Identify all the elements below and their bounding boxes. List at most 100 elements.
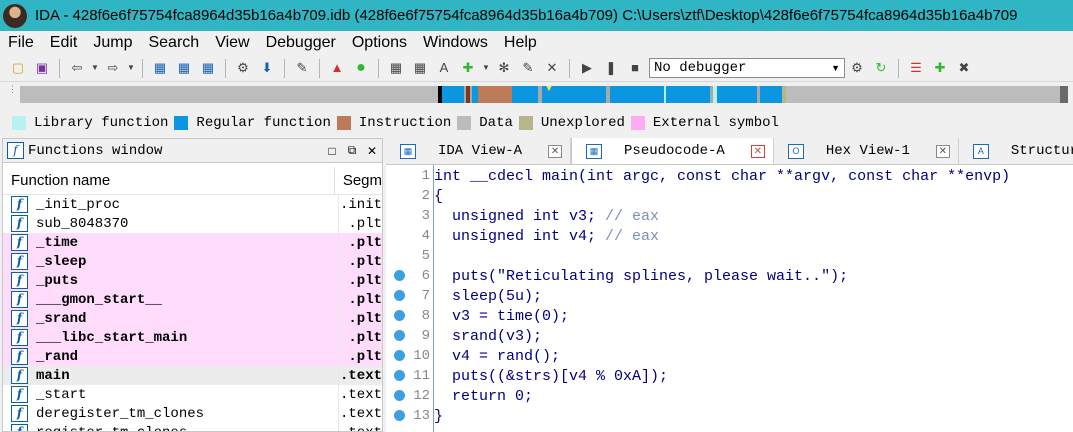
menu-view[interactable]: View [207,31,257,55]
code-line[interactable]: 10 v4 = rand(); [386,346,1073,366]
add-breakpoint-icon[interactable]: ✚ [931,59,949,77]
function-row[interactable]: f deregister_tm_clones .text [3,404,382,423]
start-debug-icon[interactable]: ▶ [578,59,596,77]
breakpoint-dot-icon[interactable] [394,390,405,401]
forward-dropdown-icon[interactable]: ▼ [126,59,136,77]
navigation-bar[interactable]: ▼ [20,86,1068,103]
function-segment: .plt [348,291,382,308]
breakpoint-dot-icon[interactable] [394,310,405,321]
plugin-icon[interactable]: ✻ [495,59,513,77]
save-icon[interactable]: ▣ [33,59,51,77]
pause-debug-icon[interactable]: ❚ [602,59,620,77]
search-immediate-icon[interactable]: ▦ [199,59,217,77]
function-name: ___libc_start_main [36,329,188,346]
function-row[interactable]: f _puts .plt [3,271,382,290]
column-segment[interactable]: Segm [335,167,382,195]
refresh-memory-icon[interactable]: ↻ [872,59,890,77]
add-struct-icon[interactable]: ✚ [459,59,477,77]
close-icon[interactable]: ✕ [750,144,765,158]
patch-icon[interactable]: ✎ [519,59,537,77]
function-row[interactable]: f _time .plt [3,233,382,252]
code-line[interactable]: 2{ [386,186,1073,206]
tab-hex-view-1[interactable]: O Hex View-1 ✕ [773,138,959,164]
function-row[interactable]: f main .text [3,366,382,385]
function-row[interactable]: f _srand .plt [3,309,382,328]
jump-icon[interactable]: ⚙ [234,59,252,77]
function-row[interactable]: f _init_proc .init [3,195,382,214]
analyze-icon[interactable]: ✎ [293,59,311,77]
close-window-icon[interactable]: ✕ [362,144,382,158]
breakpoint-dot-icon[interactable] [394,270,405,281]
function-row[interactable]: f ___libc_start_main .plt [3,328,382,347]
breakpoint-dot-icon[interactable] [394,290,405,301]
remove-breakpoint-icon[interactable]: ✖ [955,59,973,77]
breakpoint-dot-icon[interactable] [394,370,405,381]
back-dropdown-icon[interactable]: ▼ [90,59,100,77]
menu-windows[interactable]: Windows [415,31,496,55]
code-line[interactable]: 4 unsigned int v4; // eax [386,226,1073,246]
breakpoint-dot-icon[interactable] [394,330,405,341]
function-icon: f [11,386,28,403]
nav-seg-regular [512,86,538,103]
pseudocode-view[interactable]: 1 int __cdecl main(int argc, const char *… [386,165,1073,432]
function-icon: f [11,424,28,431]
toolbar: ▢ ▣ ⇦ ▼ ⇨ ▼ ▦ ▦ ▦ ⚙ ⬇ ✎ ▲ ● ▦ ▦ A ✚ ▼ ✻ … [0,55,1073,82]
make-data-icon[interactable]: ▦ [411,59,429,77]
app-avatar-icon [3,3,27,28]
code-line[interactable]: 8 v3 = time(0); [386,306,1073,326]
breakpoint-dot-icon[interactable] [394,410,405,421]
code-line[interactable]: 5 [386,246,1073,266]
menu-options[interactable]: Options [344,31,415,55]
stop-debug-icon[interactable]: ■ [626,59,644,77]
menu-debugger[interactable]: Debugger [258,31,344,55]
menu-edit[interactable]: Edit [42,31,86,55]
code-line[interactable]: 11 puts((&strs)[v4 % 0xA]); [386,366,1073,386]
debugger-select[interactable]: No debugger ▼ [649,58,845,78]
function-row[interactable]: f _start .text [3,385,382,404]
code-line[interactable]: 13} [386,406,1073,426]
tab-ida-view-a[interactable]: ▦ IDA View-A ✕ [386,138,572,164]
legend-label: Data [479,115,513,131]
back-arrow-icon[interactable]: ⇦ [68,59,86,77]
run-green-icon[interactable]: ● [352,59,370,77]
function-row[interactable]: f _rand .plt [3,347,382,366]
add-dropdown-icon[interactable]: ▼ [481,59,491,77]
menu-jump[interactable]: Jump [85,31,140,55]
function-row[interactable]: f register_tm_clones.text [3,423,382,431]
menu-help[interactable]: Help [496,31,545,55]
search-binary-icon[interactable]: ▦ [175,59,193,77]
code-line[interactable]: 6 puts("Reticulating splines, please wai… [386,266,1073,286]
breakpoints-list-icon[interactable]: ☰ [907,59,925,77]
nav-seg-regular [610,86,710,103]
function-row[interactable]: f _sleep .plt [3,252,382,271]
column-function-name[interactable]: Function name [3,166,335,195]
tab-structures[interactable]: A Structures [958,138,1073,164]
menu-file[interactable]: File [0,31,42,55]
code-line[interactable]: 9 srand(v3); [386,326,1073,346]
close-icon[interactable]: ✕ [935,144,950,158]
warning-icon[interactable]: ▲ [328,59,346,77]
function-row[interactable]: f sub_8048370 .plt [3,214,382,233]
forward-arrow-icon[interactable]: ⇨ [104,59,122,77]
down-arrow-icon[interactable]: ⬇ [258,59,276,77]
code-line[interactable]: 7 sleep(5u); [386,286,1073,306]
attach-process-icon[interactable]: ⚙ [848,59,866,77]
code-line[interactable]: 12 return 0; [386,386,1073,406]
breakpoint-dot-icon[interactable] [394,350,405,361]
code-line[interactable]: 3 unsigned int v3; // eax [386,206,1073,226]
debugger-select-value: No debugger [654,60,747,76]
search-text-icon[interactable]: ▦ [151,59,169,77]
menu-search[interactable]: Search [140,31,207,55]
function-name: ___gmon_start__ [36,291,163,308]
open-folder-icon[interactable]: ▢ [9,59,27,77]
delete-icon[interactable]: ✕ [543,59,561,77]
close-icon[interactable]: ✕ [548,144,563,158]
code-line[interactable]: 1 int __cdecl main(int argc, const char *… [386,166,1073,186]
code-statement: puts("Reticulating splines, please wait.… [434,267,849,285]
make-code-icon[interactable]: ▦ [387,59,405,77]
restore-window-icon[interactable]: □ [322,144,342,158]
function-row[interactable]: f ___gmon_start__ .plt [3,290,382,309]
float-window-icon[interactable]: ⧉ [342,143,362,158]
make-string-icon[interactable]: A [435,59,453,77]
tab-pseudocode-a[interactable]: ▦ Pseudocode-A ✕ [571,138,774,164]
